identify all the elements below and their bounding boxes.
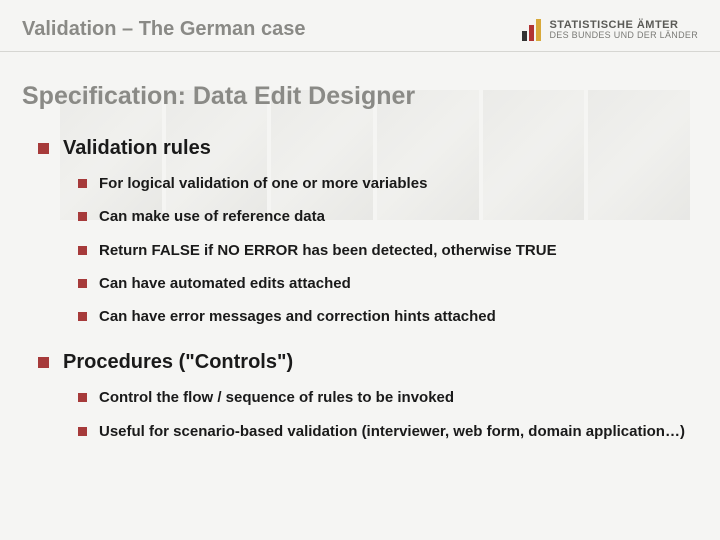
section-heading: Validation rules	[22, 137, 698, 160]
bullet-icon	[78, 246, 87, 255]
bullet-icon	[38, 143, 49, 154]
list-item-text: Return FALSE if NO ERROR has been detect…	[99, 241, 557, 261]
section-heading: Procedures ("Controls")	[22, 351, 698, 374]
slide-header: Validation – The German case STATISTISCH…	[0, 0, 720, 52]
logo-line2: DES BUNDES UND DER LÄNDER	[549, 31, 698, 40]
list-item-text: Can have error messages and correction h…	[99, 307, 496, 327]
list-item: Can have automated edits attached	[78, 274, 698, 294]
list-item: Useful for scenario-based validation (in…	[78, 422, 698, 442]
list-item: Can make use of reference data	[78, 207, 698, 227]
bullet-icon	[78, 312, 87, 321]
section-heading-text: Validation rules	[63, 137, 211, 160]
section-items: Control the flow / sequence of rules to …	[22, 388, 698, 442]
section-items: For logical validation of one or more va…	[22, 174, 698, 327]
header-title: Validation – The German case	[22, 18, 305, 41]
list-item-text: Can make use of reference data	[99, 207, 325, 227]
logo-text: STATISTISCHE ÄMTER DES BUNDES UND DER LÄ…	[549, 20, 698, 40]
bullet-icon	[78, 427, 87, 436]
bullet-icon	[78, 179, 87, 188]
logo-bars-icon	[522, 19, 541, 41]
list-item: Return FALSE if NO ERROR has been detect…	[78, 241, 698, 261]
list-item: For logical validation of one or more va…	[78, 174, 698, 194]
list-item-text: For logical validation of one or more va…	[99, 174, 427, 194]
list-item-text: Useful for scenario-based validation (in…	[99, 422, 685, 442]
list-item-text: Can have automated edits attached	[99, 274, 351, 294]
bullet-icon	[78, 279, 87, 288]
bullet-icon	[38, 357, 49, 368]
section-heading-text: Procedures ("Controls")	[63, 351, 293, 374]
list-item: Can have error messages and correction h…	[78, 307, 698, 327]
logo: STATISTISCHE ÄMTER DES BUNDES UND DER LÄ…	[522, 19, 698, 41]
bullet-icon	[78, 212, 87, 221]
list-item: Control the flow / sequence of rules to …	[78, 388, 698, 408]
bullet-icon	[78, 393, 87, 402]
list-item-text: Control the flow / sequence of rules to …	[99, 388, 454, 408]
slide-content: Specification: Data Edit Designer Valida…	[0, 52, 720, 486]
slide-title: Specification: Data Edit Designer	[22, 82, 698, 111]
logo-line1: STATISTISCHE ÄMTER	[549, 20, 698, 31]
